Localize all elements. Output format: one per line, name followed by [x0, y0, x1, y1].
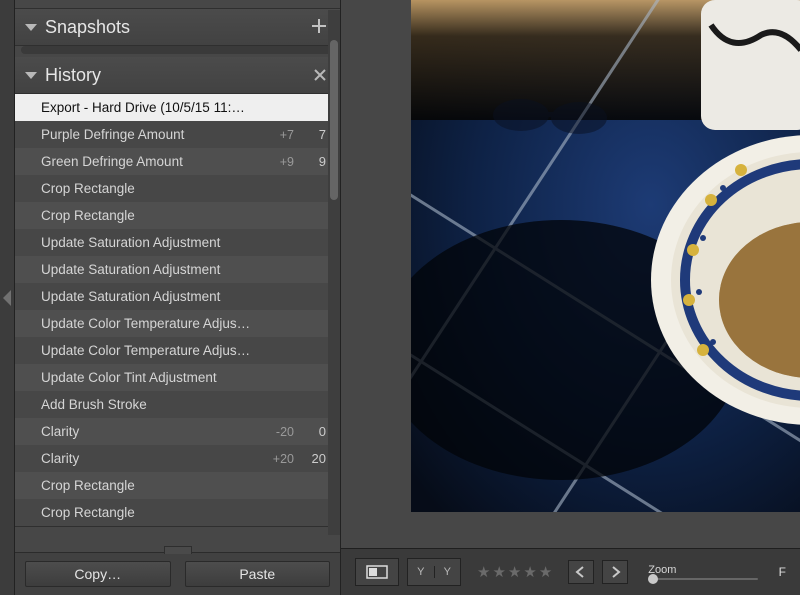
- history-item-label: Update Color Temperature Adjustment: [41, 316, 252, 331]
- star-icon[interactable]: ★: [508, 563, 521, 581]
- history-item-label: Crop Rectangle: [41, 181, 252, 196]
- history-item-value: 20: [294, 451, 328, 466]
- loupe-view-icon: [366, 565, 388, 579]
- history-item[interactable]: Crop Rectangle: [15, 175, 340, 202]
- history-item-label: Update Saturation Adjustment: [41, 262, 252, 277]
- left-panel: Snapshots History Export - Hard Drive (1…: [15, 0, 341, 595]
- history-item[interactable]: Update Color Temperature Adjustment: [15, 310, 340, 337]
- resize-grip[interactable]: [164, 546, 192, 554]
- history-item-delta: -20: [252, 425, 294, 439]
- arrow-right-icon: [609, 566, 621, 578]
- history-item[interactable]: Crop Rectangle: [15, 499, 340, 526]
- plus-icon: [312, 19, 326, 33]
- history-item[interactable]: Update Saturation Adjustment: [15, 283, 340, 310]
- left-panel-footer: Copy… Paste: [15, 552, 340, 595]
- zoom-slider-thumb[interactable]: [648, 574, 658, 584]
- star-icon[interactable]: ★: [539, 563, 552, 581]
- zoom-label: Zoom: [648, 564, 758, 576]
- history-item-delta: +20: [252, 452, 294, 466]
- history-item-label: Update Color Temperature Adjustment: [41, 343, 252, 358]
- history-item-value: 7: [294, 127, 328, 142]
- history-item[interactable]: Export - Hard Drive (10/5/15 11:28:4…: [15, 94, 340, 121]
- close-icon: [314, 69, 326, 81]
- history-item-label: Update Saturation Adjustment: [41, 289, 252, 304]
- history-item[interactable]: Update Color Tint Adjustment: [15, 364, 340, 391]
- prev-photo-button[interactable]: [568, 560, 594, 584]
- history-item[interactable]: Clarity-200: [15, 418, 340, 445]
- history-title: History: [45, 65, 310, 86]
- next-photo-button[interactable]: [602, 560, 628, 584]
- history-item[interactable]: Update Saturation Adjustment: [15, 229, 340, 256]
- bottom-toolbar: Y Y ★ ★ ★ ★ ★ Zoom F: [341, 548, 800, 595]
- history-item-label: Update Color Tint Adjustment: [41, 370, 252, 385]
- history-item[interactable]: Purple Defringe Amount+77: [15, 121, 340, 148]
- history-item[interactable]: Crop Rectangle: [15, 526, 340, 527]
- history-panel-header[interactable]: History: [15, 57, 340, 94]
- star-icon[interactable]: ★: [492, 563, 505, 581]
- add-snapshot-button[interactable]: [308, 17, 330, 38]
- snapshots-title: Snapshots: [45, 17, 308, 38]
- zoom-slider[interactable]: [648, 578, 758, 580]
- history-item-delta: +7: [252, 128, 294, 142]
- after-view-icon: Y: [435, 566, 461, 578]
- history-item-label: Export - Hard Drive (10/5/15 11:28:4…: [41, 100, 252, 115]
- history-item-label: Green Defringe Amount: [41, 154, 252, 169]
- history-item[interactable]: Green Defringe Amount+99: [15, 148, 340, 175]
- panel-scrollbar[interactable]: [328, 10, 340, 535]
- snapshots-panel-header[interactable]: Snapshots: [15, 9, 340, 46]
- history-item-value: 0: [294, 424, 328, 439]
- history-item[interactable]: Update Color Temperature Adjustment: [15, 337, 340, 364]
- history-item-value: 9: [294, 154, 328, 169]
- image-preview-area[interactable]: [341, 0, 800, 548]
- history-item[interactable]: Update Saturation Adjustment: [15, 256, 340, 283]
- history-item-label: Clarity: [41, 424, 252, 439]
- history-item[interactable]: Add Brush Stroke: [15, 391, 340, 418]
- chevron-left-icon: [3, 290, 11, 306]
- view-mode-compare[interactable]: Y Y: [407, 558, 461, 586]
- rating-stars[interactable]: ★ ★ ★ ★ ★: [477, 563, 552, 581]
- view-mode-loupe[interactable]: [355, 558, 399, 586]
- star-icon[interactable]: ★: [523, 563, 536, 581]
- before-view-icon: Y: [408, 566, 435, 578]
- clear-history-button[interactable]: [310, 65, 330, 86]
- filter-label: F: [779, 565, 786, 579]
- history-item[interactable]: Crop Rectangle: [15, 202, 340, 229]
- copy-button[interactable]: Copy…: [25, 561, 171, 587]
- panel-collapse-handle[interactable]: [0, 0, 15, 595]
- triangle-down-icon: [25, 69, 37, 81]
- paste-button[interactable]: Paste: [185, 561, 331, 587]
- history-item-label: Crop Rectangle: [41, 208, 252, 223]
- history-item-label: Update Saturation Adjustment: [41, 235, 252, 250]
- history-item[interactable]: Clarity+2020: [15, 445, 340, 472]
- history-item-label: Crop Rectangle: [41, 505, 252, 520]
- right-pane: Y Y ★ ★ ★ ★ ★ Zoom F: [341, 0, 800, 595]
- history-item-label: Purple Defringe Amount: [41, 127, 252, 142]
- preview-image: [411, 0, 800, 512]
- star-icon[interactable]: ★: [477, 563, 490, 581]
- scrollbar-thumb[interactable]: [330, 40, 338, 200]
- arrow-left-icon: [575, 566, 587, 578]
- triangle-down-icon: [25, 21, 37, 33]
- snapshots-scrollbar[interactable]: [21, 46, 334, 54]
- zoom-control: Zoom: [648, 564, 758, 580]
- history-item-label: Crop Rectangle: [41, 478, 252, 493]
- history-list: Export - Hard Drive (10/5/15 11:28:4… Pur…: [15, 94, 340, 527]
- history-item-label: Add Brush Stroke: [41, 397, 252, 412]
- history-item-label: Clarity: [41, 451, 252, 466]
- history-item-delta: +9: [252, 155, 294, 169]
- history-item[interactable]: Crop Rectangle: [15, 472, 340, 499]
